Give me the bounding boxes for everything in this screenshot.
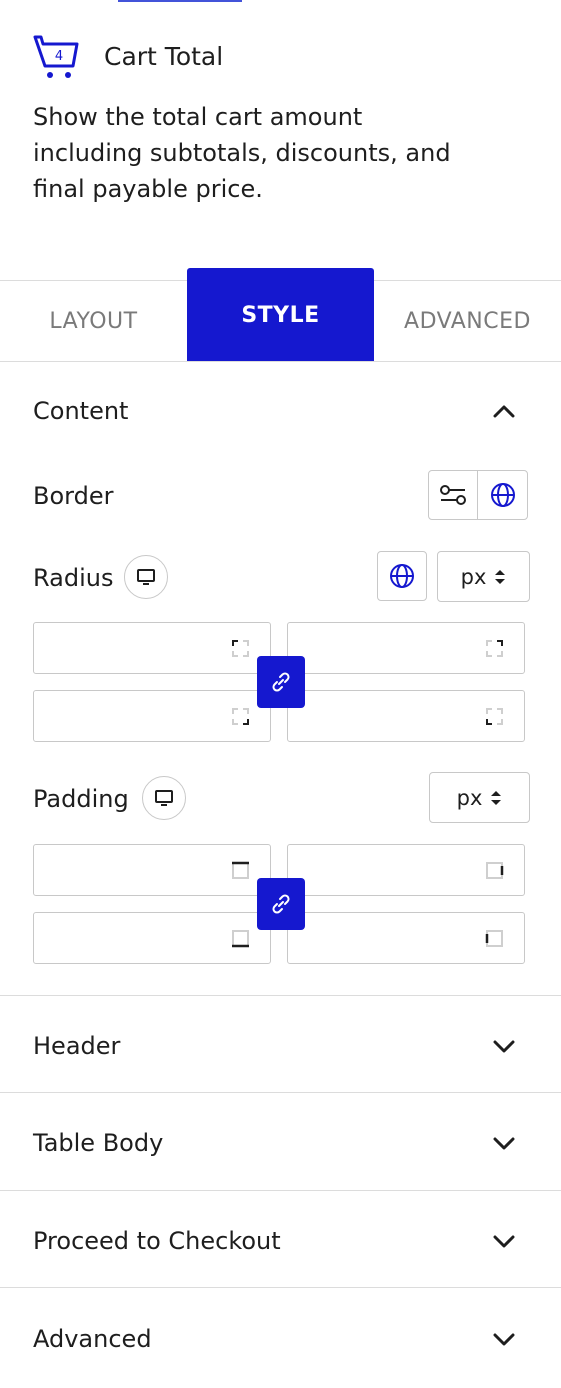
side-bottom-icon xyxy=(232,930,249,948)
padding-left-field[interactable] xyxy=(288,913,468,963)
radius-link-button[interactable] xyxy=(257,656,305,708)
section-advanced-header[interactable]: Advanced xyxy=(0,1290,561,1386)
panel-tabs: LAYOUT STYLE ADVANCED xyxy=(0,268,561,362)
top-accent-line xyxy=(118,0,242,2)
corner-top-right-icon xyxy=(486,640,503,657)
side-left-icon xyxy=(485,930,503,947)
section-title: Header xyxy=(33,1032,121,1060)
radius-top-right-input[interactable] xyxy=(287,622,525,674)
cart-icon: 4 xyxy=(33,35,79,78)
section-title: Proceed to Checkout xyxy=(33,1227,281,1255)
section-title: Content xyxy=(33,397,129,425)
divider xyxy=(0,1190,561,1191)
padding-unit-select[interactable]: px xyxy=(429,772,530,823)
sliders-icon xyxy=(440,485,466,505)
border-global-button[interactable] xyxy=(478,471,527,519)
widget-title: Cart Total xyxy=(104,42,224,71)
desktop-icon xyxy=(137,569,155,585)
sort-arrows-icon xyxy=(495,569,506,584)
link-icon xyxy=(272,894,290,914)
section-title: Advanced xyxy=(33,1325,152,1353)
radius-unit-select[interactable]: px xyxy=(437,551,530,602)
chevron-down-icon xyxy=(493,1040,515,1053)
widget-header: 4 xyxy=(33,34,81,80)
padding-top-input[interactable] xyxy=(33,844,271,896)
padding-label: Padding xyxy=(33,785,129,813)
chevron-down-icon xyxy=(493,1333,515,1346)
border-controls xyxy=(428,470,528,520)
radius-bottom-right-input[interactable] xyxy=(287,690,525,742)
padding-left-input[interactable] xyxy=(287,912,525,964)
radius-bottom-left-field[interactable] xyxy=(34,691,214,741)
divider xyxy=(0,361,561,362)
radius-top-left-field[interactable] xyxy=(34,623,214,673)
radius-top-left-input[interactable] xyxy=(33,622,271,674)
tab-layout[interactable]: LAYOUT xyxy=(0,280,187,362)
section-checkout-header[interactable]: Proceed to Checkout xyxy=(0,1192,561,1288)
padding-device-button[interactable] xyxy=(142,776,186,820)
section-header-header[interactable]: Header xyxy=(0,997,561,1093)
padding-top-field[interactable] xyxy=(34,845,214,895)
radius-bottom-right-field[interactable] xyxy=(288,691,468,741)
globe-icon xyxy=(390,564,414,588)
chevron-down-icon xyxy=(493,1235,515,1248)
tab-advanced[interactable]: ADVANCED xyxy=(374,280,561,362)
corner-bottom-right-icon xyxy=(232,708,249,725)
radius-top-right-field[interactable] xyxy=(288,623,468,673)
desktop-icon xyxy=(155,790,173,806)
section-title: Table Body xyxy=(33,1129,164,1157)
border-label: Border xyxy=(33,482,114,510)
divider xyxy=(0,1092,561,1093)
radius-device-button[interactable] xyxy=(124,555,168,599)
sort-arrows-icon xyxy=(491,790,502,805)
chevron-down-icon xyxy=(493,1137,515,1150)
divider xyxy=(0,1287,561,1288)
unit-value: px xyxy=(460,564,487,589)
padding-bottom-input[interactable] xyxy=(33,912,271,964)
widget-description: Show the total cart amount including sub… xyxy=(33,103,451,203)
corner-bottom-left-icon xyxy=(486,708,503,725)
padding-right-field[interactable] xyxy=(288,845,468,895)
corner-top-left-icon xyxy=(232,640,249,657)
padding-bottom-field[interactable] xyxy=(34,913,214,963)
padding-right-input[interactable] xyxy=(287,844,525,896)
padding-link-button[interactable] xyxy=(257,878,305,930)
unit-value: px xyxy=(456,785,483,810)
section-table-body-header[interactable]: Table Body xyxy=(0,1094,561,1190)
divider xyxy=(0,995,561,996)
chevron-up-icon xyxy=(493,405,515,418)
radius-global-button[interactable] xyxy=(377,551,427,601)
cart-badge: 4 xyxy=(55,49,63,64)
side-top-icon xyxy=(232,861,249,879)
link-icon xyxy=(272,672,290,692)
border-settings-button[interactable] xyxy=(429,471,479,519)
section-content-header[interactable]: Content xyxy=(0,364,561,460)
radius-label: Radius xyxy=(33,564,114,592)
tab-style[interactable]: STYLE xyxy=(187,268,374,362)
radius-bottom-left-input[interactable] xyxy=(33,690,271,742)
globe-icon xyxy=(490,483,515,507)
side-right-icon xyxy=(486,862,504,879)
